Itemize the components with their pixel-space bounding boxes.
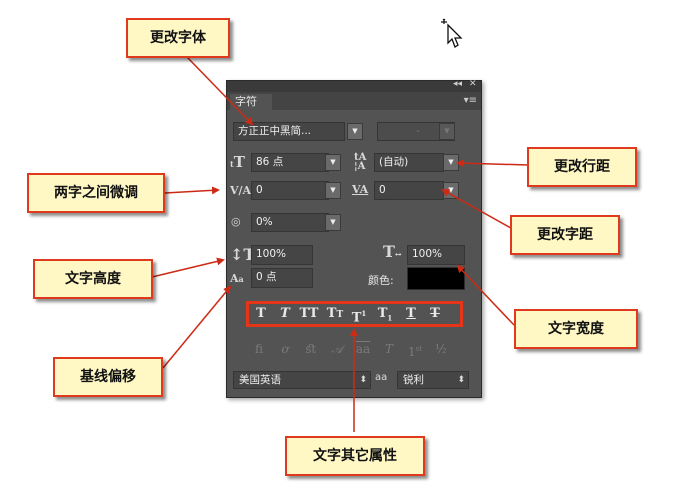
callout-text-height: 文字高度 xyxy=(33,259,153,299)
callout-other-attributes: 文字其它属性 xyxy=(285,436,425,476)
arrow-kerning xyxy=(164,186,220,195)
arrow-change-leading xyxy=(456,159,529,168)
arrow-change-tracking xyxy=(441,189,519,233)
callout-text-width: 文字宽度 xyxy=(514,309,638,349)
arrow-baseline-shift xyxy=(162,285,232,369)
arrow-change-font xyxy=(185,55,254,126)
callout-change-tracking: 更改字距 xyxy=(510,215,620,255)
callout-change-font: 更改字体 xyxy=(126,18,230,58)
arrow-text-width xyxy=(456,264,515,326)
arrow-text-height xyxy=(151,257,225,278)
callout-baseline-shift: 基线偏移 xyxy=(53,357,163,397)
callout-kerning: 两字之间微调 xyxy=(27,173,165,213)
move-cursor-icon xyxy=(441,18,463,48)
tutorial-canvas: ◂◂ ✕ 字符 ▾≡ 方正正中黑简... ▼ - ▼ tT 86 点 ▼ tA ¦… xyxy=(0,0,675,498)
callout-change-leading: 更改行距 xyxy=(527,147,637,187)
